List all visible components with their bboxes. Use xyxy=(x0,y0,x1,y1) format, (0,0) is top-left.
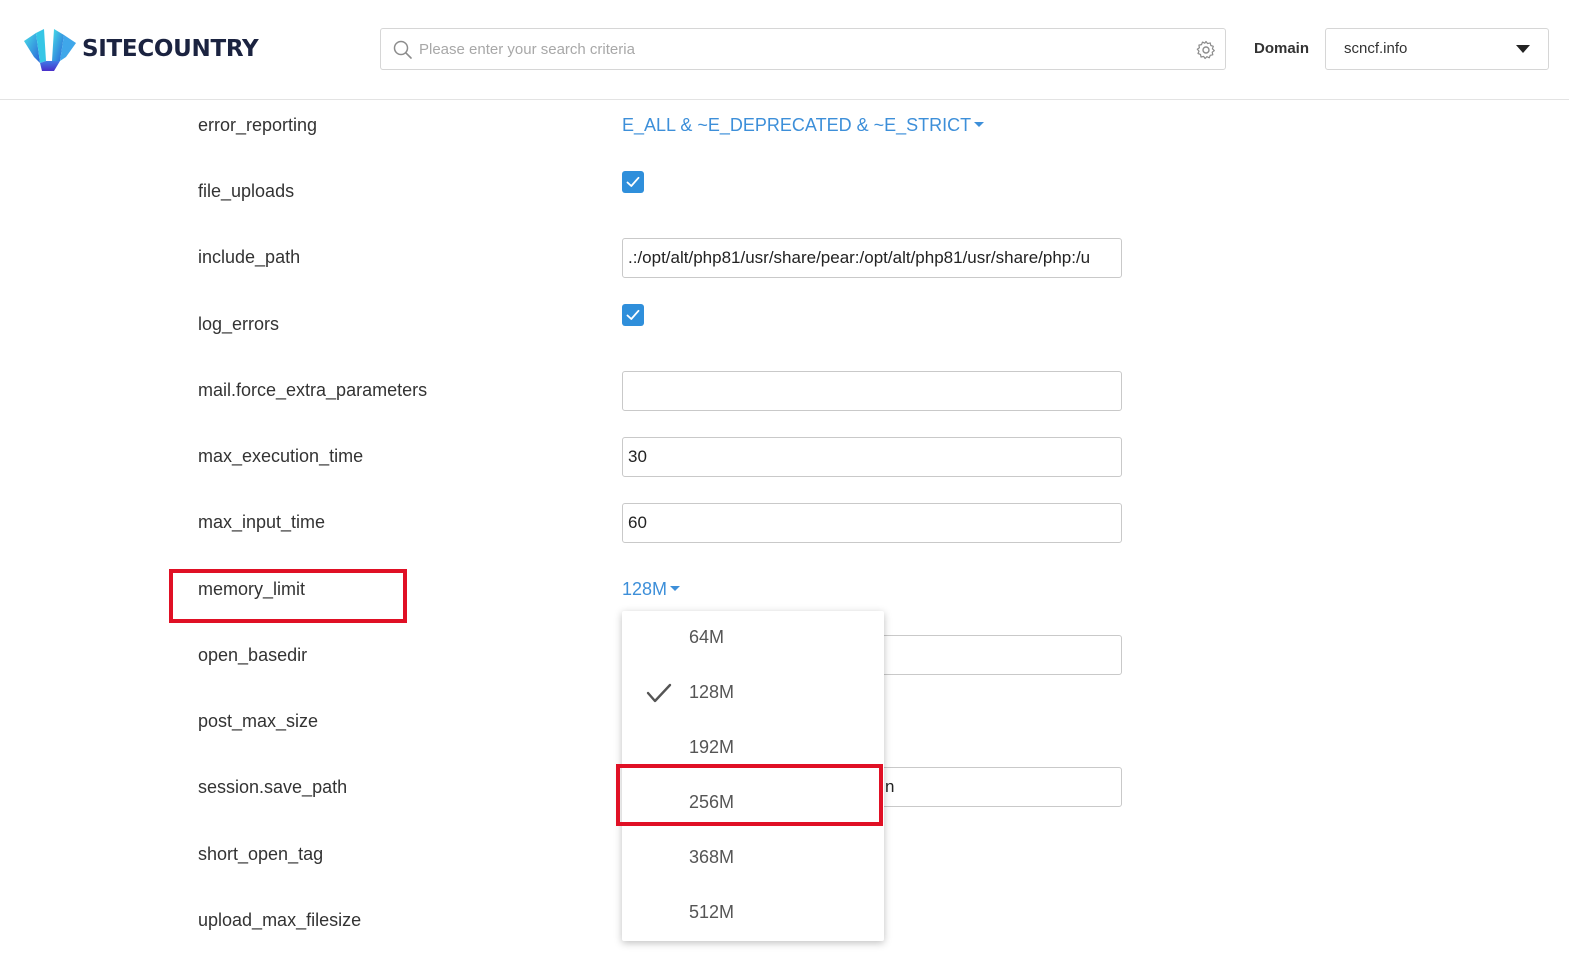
option-label: 192M xyxy=(689,737,735,757)
label-session-save-path: session.save_path xyxy=(198,777,348,797)
search-box xyxy=(380,28,1226,70)
caret-down-icon xyxy=(670,585,681,591)
check-icon xyxy=(626,176,640,187)
option-label: 368M xyxy=(689,847,735,867)
gear-icon[interactable] xyxy=(1196,40,1216,65)
php-settings-page: SITECOUNTRY Domain scncf.info er xyxy=(0,0,1569,977)
dropdown-option-368m[interactable]: 368M xyxy=(622,831,884,886)
label-log-errors: log_errors xyxy=(198,314,280,334)
logo[interactable]: SITECOUNTRY xyxy=(24,27,259,71)
label-post-max-size: post_max_size xyxy=(198,711,319,731)
domain-value: scncf.info xyxy=(1344,40,1408,57)
include-path-value: .:/opt/alt/php81/usr/share/pear:/opt/alt… xyxy=(628,248,1091,267)
dropdown-option-512m[interactable]: 512M xyxy=(622,886,884,941)
max-execution-time-value: 30 xyxy=(628,447,647,466)
label-include-path: include_path xyxy=(198,247,301,267)
max-execution-time-field[interactable]: 30 xyxy=(622,437,1122,477)
label-short-open-tag: short_open_tag xyxy=(198,844,324,864)
option-label: 512M xyxy=(689,902,735,922)
check-icon xyxy=(646,682,672,709)
max-input-time-value: 60 xyxy=(628,513,647,532)
label-error-reporting: error_reporting xyxy=(198,115,318,135)
option-label: 64M xyxy=(689,627,725,647)
dropdown-option-256m[interactable]: 256M xyxy=(622,776,884,831)
file-uploads-checkbox[interactable] xyxy=(622,171,644,193)
memory-limit-select[interactable]: 128M xyxy=(622,579,681,600)
label-file-uploads: file_uploads xyxy=(198,181,295,201)
log-errors-checkbox[interactable] xyxy=(622,304,644,326)
label-open-basedir: open_basedir xyxy=(198,645,308,665)
check-icon xyxy=(626,309,640,320)
option-label: 256M xyxy=(689,792,735,812)
domain-label: Domain xyxy=(1254,40,1310,57)
caret-down-icon xyxy=(1516,45,1530,53)
include-path-field[interactable]: .:/opt/alt/php81/usr/share/pear:/opt/alt… xyxy=(622,238,1122,278)
dropdown-option-128m[interactable]: 128M xyxy=(622,666,884,721)
memory-limit-value: 128M xyxy=(622,579,668,599)
label-max-input-time: max_input_time xyxy=(198,512,326,532)
max-input-time-field[interactable]: 60 xyxy=(622,503,1122,543)
label-mail-force-extra-parameters: mail.force_extra_parameters xyxy=(198,380,428,400)
label-upload-max-filesize: upload_max_filesize xyxy=(198,910,362,930)
dropdown-option-64m[interactable]: 64M xyxy=(622,611,884,666)
mail-force-extra-parameters-field[interactable] xyxy=(622,371,1122,411)
dropdown-option-192m[interactable]: 192M xyxy=(622,721,884,776)
label-max-execution-time: max_execution_time xyxy=(198,446,364,466)
option-label: 128M xyxy=(689,682,735,702)
logo-text: SITECOUNTRY xyxy=(82,36,259,62)
error-reporting-value: E_ALL & ~E_DEPRECATED & ~E_STRICT xyxy=(622,115,972,135)
search-icon xyxy=(393,40,413,65)
caret-down-icon xyxy=(974,121,985,127)
label-memory-limit: memory_limit xyxy=(198,579,306,599)
memory-limit-dropdown: 64M 128M 192M 256M 368M 512M xyxy=(622,611,884,941)
logo-icon xyxy=(24,29,76,71)
search-input[interactable] xyxy=(419,29,1179,69)
error-reporting-select[interactable]: E_ALL & ~E_DEPRECATED & ~E_STRICT xyxy=(622,115,985,136)
session-save-path-value: n xyxy=(885,777,895,796)
domain-select[interactable]: scncf.info xyxy=(1325,28,1549,70)
top-header: SITECOUNTRY Domain scncf.info xyxy=(0,0,1569,100)
